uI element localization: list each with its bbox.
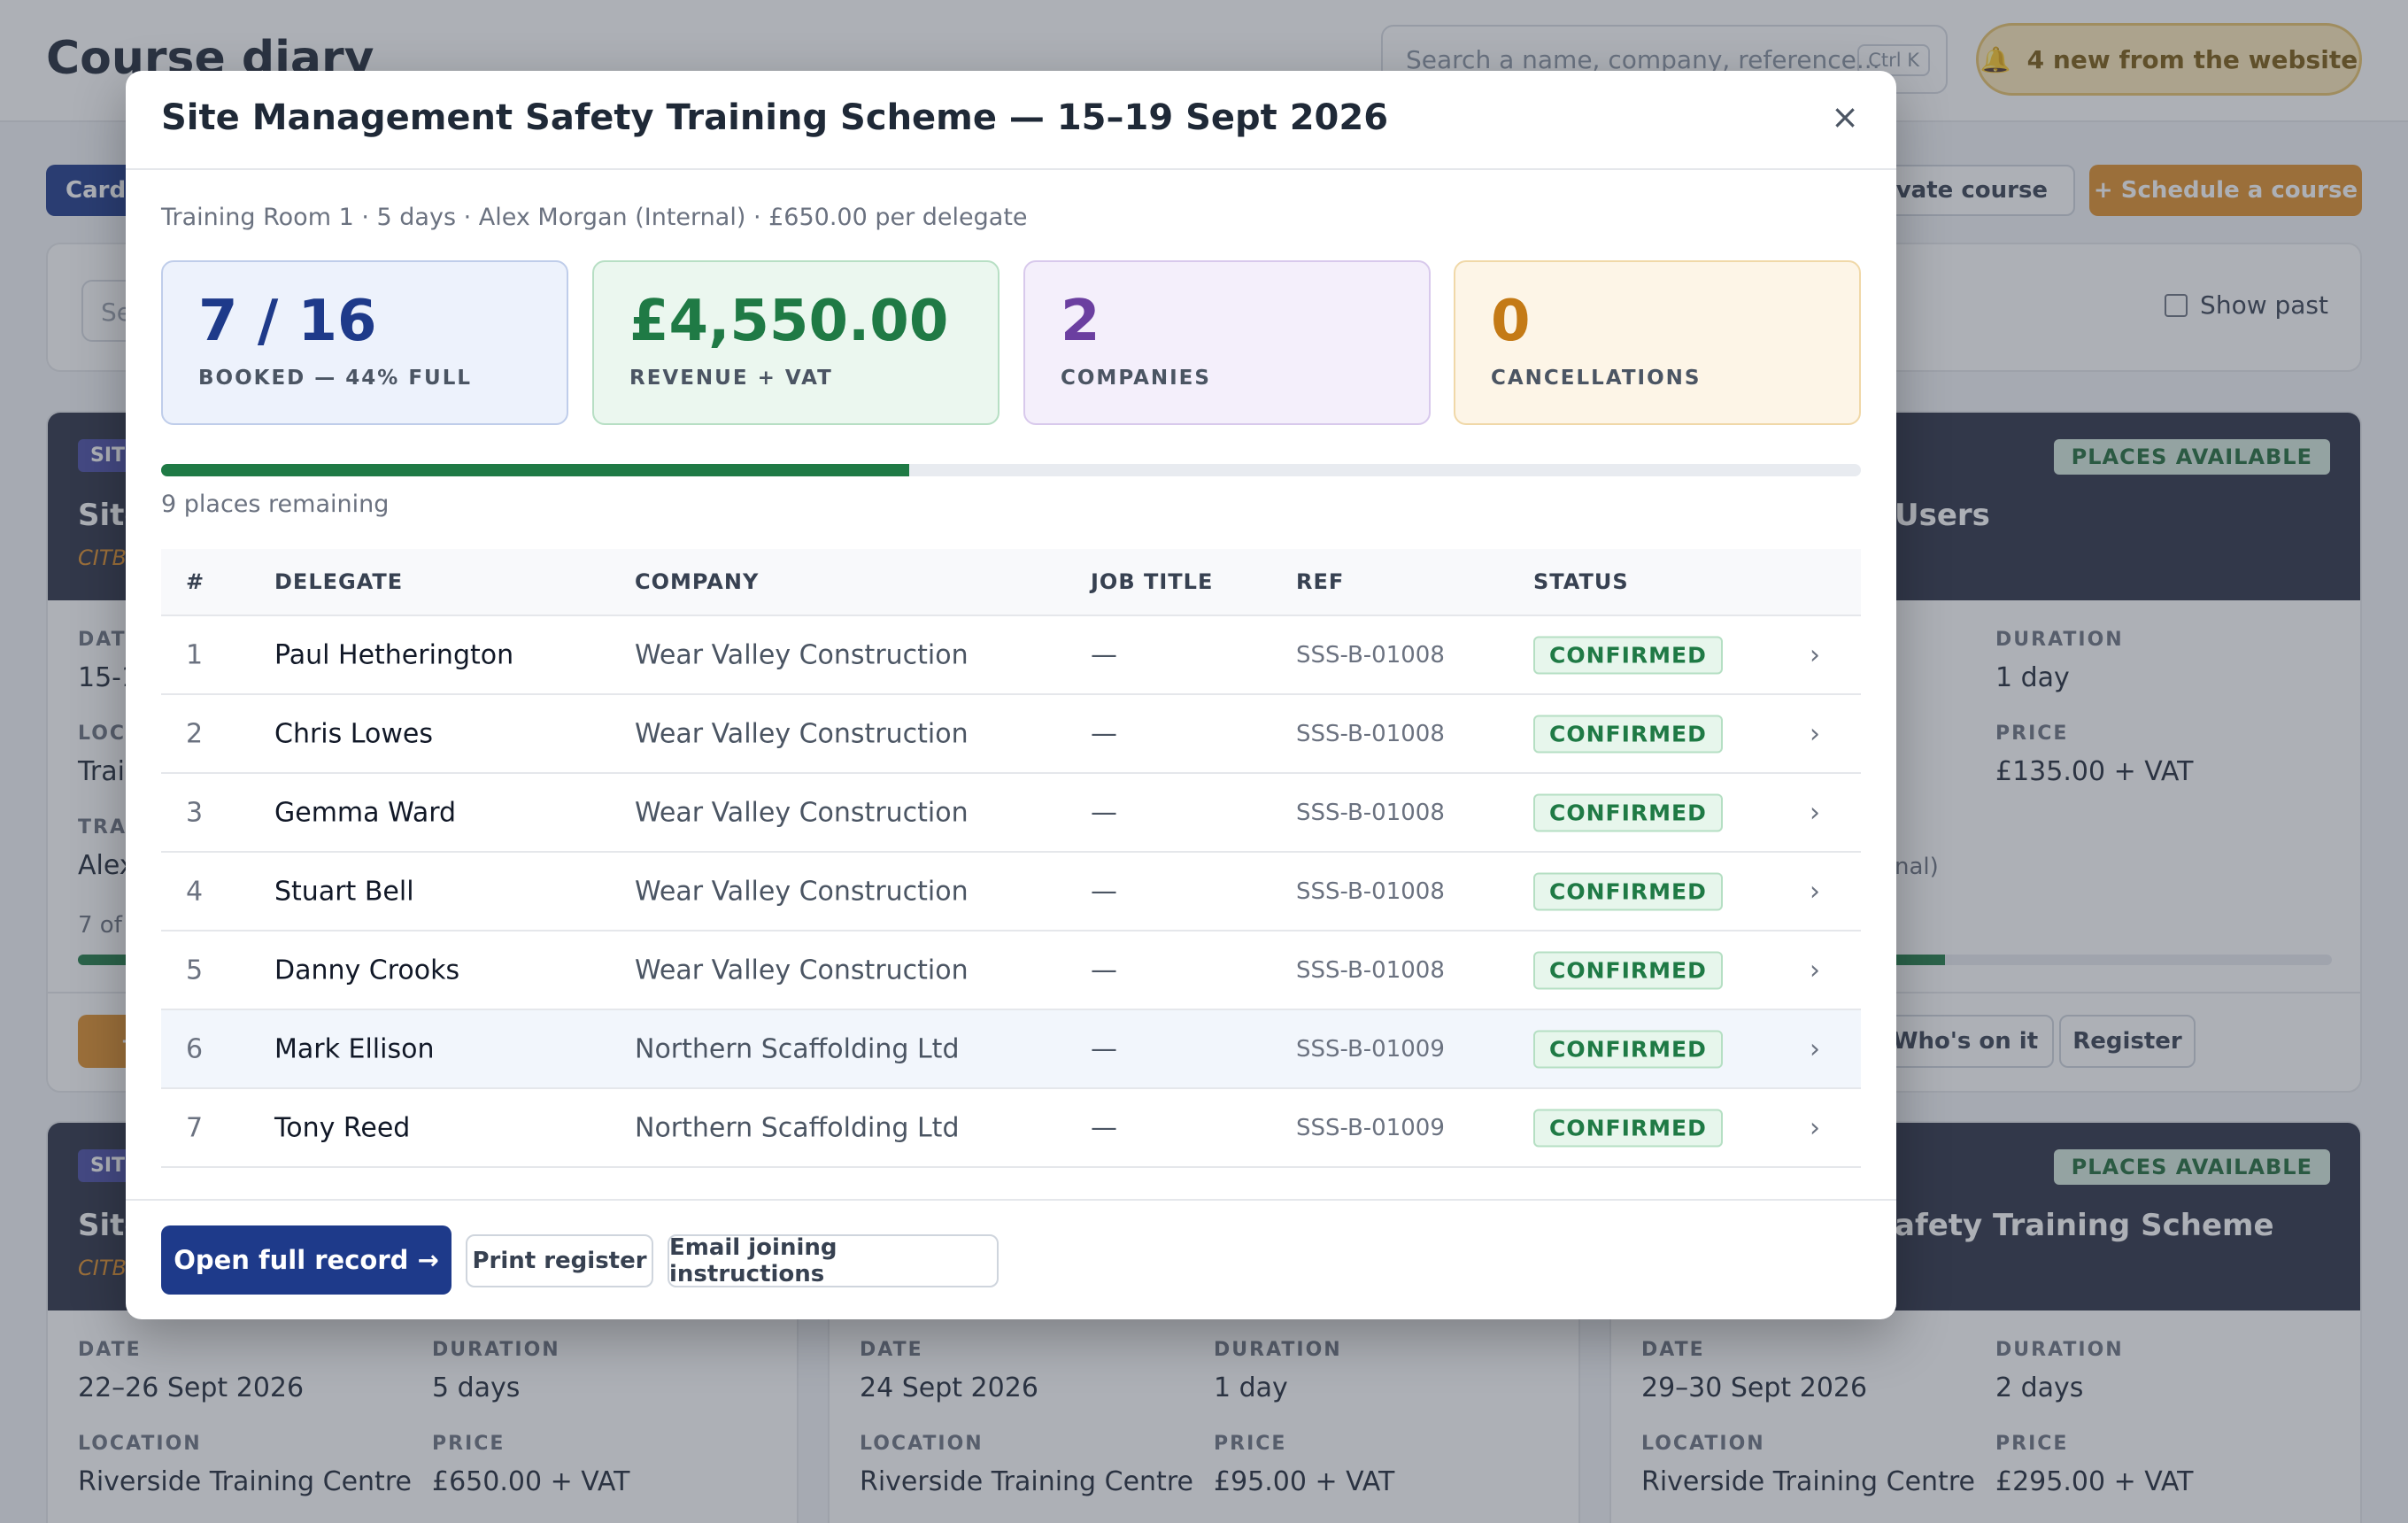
status-badge: CONFIRMED — [1533, 872, 1723, 910]
print-register-button[interactable]: Print register — [466, 1234, 653, 1287]
booking-ref: SSS-B-01009 — [1296, 1114, 1445, 1141]
chevron-right-icon[interactable]: › — [1810, 797, 1820, 828]
company-name: Wear Valley Construction — [635, 876, 969, 907]
delegate-name: Mark Ellison — [274, 1033, 435, 1064]
status-badge: CONFIRMED — [1533, 793, 1723, 831]
col-status: STATUS — [1533, 569, 1629, 594]
chevron-right-icon[interactable]: › — [1810, 639, 1820, 670]
places-remaining: 9 places remaining — [161, 491, 390, 518]
row-number: 1 — [186, 639, 204, 670]
modal-footer-divider — [126, 1199, 1896, 1201]
stat-revenue: £4,550.00 REVENUE + VAT — [592, 260, 999, 425]
col-job-title: JOB TITLE — [1091, 569, 1214, 594]
job-title: — — [1091, 797, 1117, 828]
delegates-table: # DELEGATE COMPANY JOB TITLE REF STATUS … — [161, 549, 1861, 1168]
status-badge: CONFIRMED — [1533, 715, 1723, 753]
booking-ref: SSS-B-01008 — [1296, 877, 1445, 905]
delegate-name: Paul Hetherington — [274, 639, 514, 670]
job-title: — — [1091, 876, 1117, 907]
booking-ref: SSS-B-01008 — [1296, 799, 1445, 826]
booking-ref: SSS-B-01008 — [1296, 956, 1445, 984]
chevron-right-icon[interactable]: › — [1810, 955, 1820, 986]
status-badge: CONFIRMED — [1533, 1109, 1723, 1147]
company-name: Northern Scaffolding Ltd — [635, 1112, 960, 1143]
status-badge: CONFIRMED — [1533, 951, 1723, 989]
delegate-name: Chris Lowes — [274, 718, 433, 749]
company-name: Wear Valley Construction — [635, 797, 969, 828]
row-number: 3 — [186, 797, 204, 828]
job-title: — — [1091, 639, 1117, 670]
modal-header: Site Management Safety Training Scheme —… — [126, 71, 1896, 170]
stat-label: REVENUE + VAT — [629, 367, 833, 390]
table-row[interactable]: 4 Stuart Bell Wear Valley Construction — SSS… — [161, 853, 1861, 932]
capacity-progress-bar — [161, 464, 1861, 476]
chevron-right-icon[interactable]: › — [1810, 876, 1820, 907]
company-name: Wear Valley Construction — [635, 718, 969, 749]
open-full-record-button[interactable]: Open full record → — [161, 1225, 452, 1295]
chevron-right-icon[interactable]: › — [1810, 1033, 1820, 1064]
table-row[interactable]: 7 Tony Reed Northern Scaffolding Ltd — SSS-B… — [161, 1089, 1861, 1168]
course-meta: Training Room 1 · 5 days · Alex Morgan (… — [161, 204, 1028, 231]
row-number: 7 — [186, 1112, 204, 1143]
job-title: — — [1091, 1112, 1117, 1143]
delegate-name: Stuart Bell — [274, 876, 414, 907]
stat-label: COMPANIES — [1061, 367, 1211, 390]
row-number: 2 — [186, 718, 204, 749]
company-name: Wear Valley Construction — [635, 639, 969, 670]
stat-value: £4,550.00 — [629, 289, 949, 354]
chevron-right-icon[interactable]: › — [1810, 718, 1820, 749]
col-company: COMPANY — [635, 569, 760, 594]
table-row[interactable]: 1 Paul Hetherington Wear Valley Constructi… — [161, 616, 1861, 695]
chevron-right-icon[interactable]: › — [1810, 1112, 1820, 1143]
job-title: — — [1091, 1033, 1117, 1064]
col-delegate: DELEGATE — [274, 569, 404, 594]
table-row[interactable]: 6 Mark Ellison Northern Scaffolding Ltd — SS… — [161, 1010, 1861, 1089]
modal-title: Site Management Safety Training Scheme —… — [161, 97, 1389, 138]
delegate-name: Gemma Ward — [274, 797, 457, 828]
delegate-name: Tony Reed — [274, 1112, 411, 1143]
booking-ref: SSS-B-01008 — [1296, 641, 1445, 669]
row-number: 5 — [186, 955, 204, 986]
company-name: Northern Scaffolding Ltd — [635, 1033, 960, 1064]
email-joining-instructions-button[interactable]: Email joining instructions — [668, 1234, 999, 1287]
job-title: — — [1091, 955, 1117, 986]
close-icon[interactable]: × — [1831, 97, 1859, 136]
stat-companies: 2 COMPANIES — [1023, 260, 1431, 425]
table-header: # DELEGATE COMPANY JOB TITLE REF STATUS — [161, 549, 1861, 616]
job-title: — — [1091, 718, 1117, 749]
stat-value: 7 / 16 — [198, 289, 377, 354]
col-number: # — [186, 569, 205, 594]
status-badge: CONFIRMED — [1533, 636, 1723, 674]
booking-ref: SSS-B-01009 — [1296, 1035, 1445, 1063]
stat-value: 2 — [1061, 289, 1100, 354]
company-name: Wear Valley Construction — [635, 955, 969, 986]
stat-booked: 7 / 16 BOOKED — 44% FULL — [161, 260, 568, 425]
col-ref: REF — [1296, 569, 1345, 594]
table-row[interactable]: 3 Gemma Ward Wear Valley Construction — SSS-… — [161, 774, 1861, 853]
capacity-progress-fill — [161, 464, 909, 476]
course-details-modal: Site Management Safety Training Scheme —… — [126, 71, 1896, 1319]
row-number: 6 — [186, 1033, 204, 1064]
table-row[interactable]: 2 Chris Lowes Wear Valley Construction — SSS… — [161, 695, 1861, 774]
status-badge: CONFIRMED — [1533, 1030, 1723, 1068]
stat-cancellations: 0 CANCELLATIONS — [1454, 260, 1861, 425]
booking-ref: SSS-B-01008 — [1296, 720, 1445, 747]
stat-label: CANCELLATIONS — [1491, 367, 1702, 390]
table-row[interactable]: 5 Danny Crooks Wear Valley Construction — SS… — [161, 932, 1861, 1010]
delegate-name: Danny Crooks — [274, 955, 460, 986]
stat-value: 0 — [1491, 289, 1531, 354]
row-number: 4 — [186, 876, 204, 907]
stat-label: BOOKED — 44% FULL — [198, 367, 473, 390]
